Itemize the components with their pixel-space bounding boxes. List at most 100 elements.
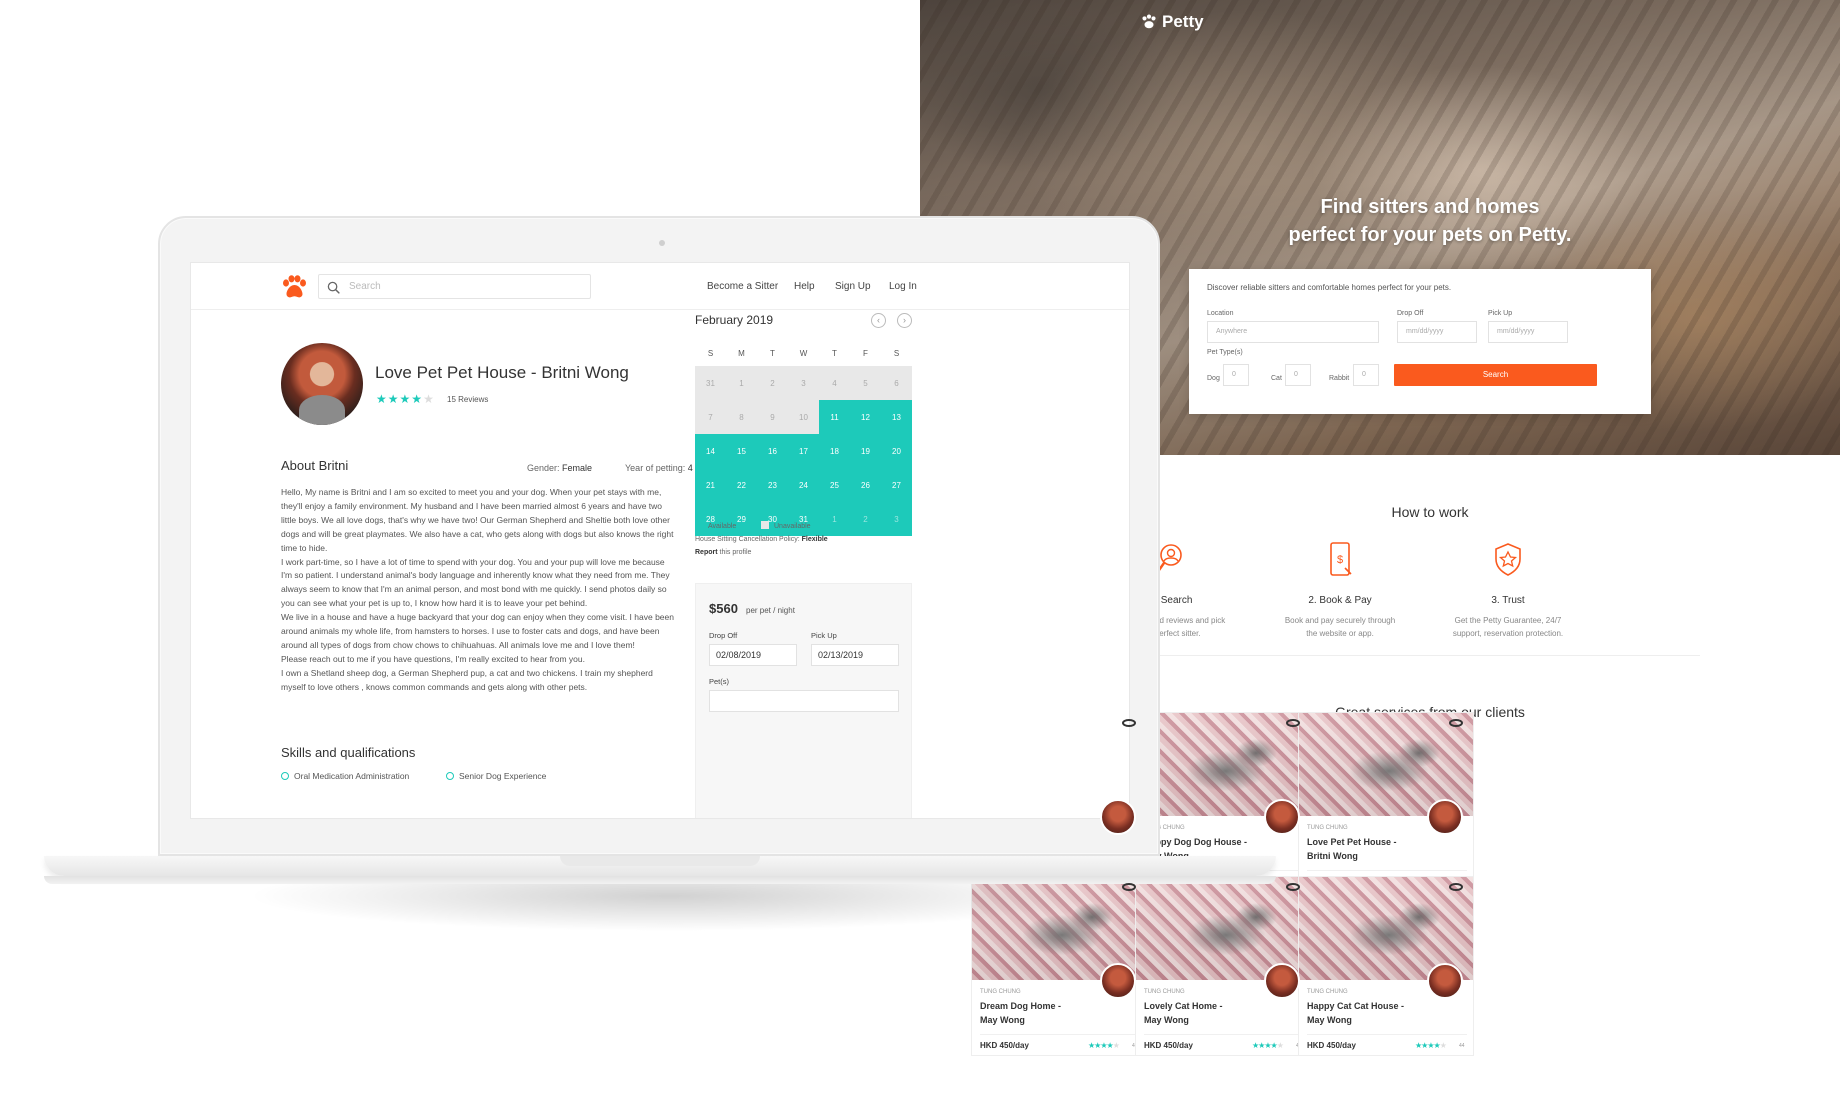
card-title-line: Happy Dog Dog House - — [1144, 837, 1247, 847]
calendar-day-available[interactable]: 27 — [881, 468, 912, 502]
calendar-day-unavailable[interactable]: 3 — [788, 366, 819, 400]
pickup-label: Pick Up — [811, 631, 837, 640]
card-avatar — [1427, 799, 1463, 835]
dog-count-input[interactable]: 0 — [1223, 364, 1249, 386]
calendar-day-available[interactable]: 24 — [788, 468, 819, 502]
favorite-icon[interactable] — [1449, 883, 1463, 891]
hero-title: Find sitters and homes perfect for your … — [1120, 193, 1740, 249]
brand-logo[interactable]: Petty — [1140, 12, 1204, 32]
calendar-day-unavailable[interactable]: 8 — [726, 400, 757, 434]
favorite-icon[interactable] — [1122, 719, 1136, 727]
calendar-day-unavailable[interactable]: 5 — [850, 366, 881, 400]
calendar-day-unavailable[interactable]: 1 — [726, 366, 757, 400]
calendar-day-unavailable[interactable]: 4 — [819, 366, 850, 400]
paw-logo-icon[interactable] — [281, 275, 307, 299]
location-input[interactable]: Anywhere — [1207, 321, 1379, 343]
card-location: TUNG CHUNG — [1144, 989, 1185, 995]
favorite-icon[interactable] — [1286, 719, 1300, 727]
search-input[interactable] — [349, 278, 579, 295]
check-circle-icon — [446, 772, 454, 780]
calendar-day-available[interactable]: 19 — [850, 434, 881, 468]
calendar-day-available[interactable]: 15 — [726, 434, 757, 468]
calendar-day-available[interactable]: 3 — [881, 502, 912, 536]
card-price: HKD 450/day — [980, 1041, 1029, 1050]
calendar-prev-button[interactable]: ‹ — [871, 313, 886, 328]
pickup-input[interactable]: mm/dd/yyyy — [1488, 321, 1568, 343]
calendar-day-available[interactable]: 14 — [695, 434, 726, 468]
calendar-day-available[interactable]: 25 — [819, 468, 850, 502]
calendar-day-unavailable[interactable]: 2 — [757, 366, 788, 400]
check-circle-icon — [281, 772, 289, 780]
nav-sign-up[interactable]: Sign Up — [835, 281, 871, 292]
skill-item: Oral Medication Administration — [281, 771, 409, 781]
calendar-day-unavailable[interactable]: 9 — [757, 400, 788, 434]
calendar-day-available[interactable]: 28 — [695, 502, 726, 536]
report-profile[interactable]: Report this profile — [695, 549, 751, 556]
dropoff-date-input[interactable]: 02/08/2019 — [709, 644, 797, 666]
dropoff-input[interactable]: mm/dd/yyyy — [1397, 321, 1477, 343]
paw-icon — [1142, 14, 1156, 29]
favorite-icon[interactable] — [1286, 883, 1300, 891]
calendar-day-available[interactable]: 16 — [757, 434, 788, 468]
calendar-day-available[interactable]: 11 — [819, 400, 850, 434]
card-title[interactable]: Love Pet Pet House - Britni Wong — [1307, 835, 1427, 863]
available-swatch — [695, 521, 703, 529]
about-title: About Britni — [281, 458, 349, 473]
calendar-day-available[interactable]: 23 — [757, 468, 788, 502]
rabbit-count-input[interactable]: 0 — [1353, 364, 1379, 386]
star-icon: ★ — [411, 392, 424, 406]
how-step-desc-line: support, reservation protection. — [1452, 629, 1564, 638]
hero-search-button[interactable]: Search — [1394, 364, 1597, 386]
calendar-day-unavailable[interactable]: 31 — [695, 366, 726, 400]
calendar-day-unavailable[interactable]: 6 — [881, 366, 912, 400]
search-icon — [327, 281, 340, 294]
pets-select[interactable] — [709, 690, 899, 712]
calendar-day-available[interactable]: 18 — [819, 434, 850, 468]
weekday-label: S — [707, 349, 714, 358]
rating-stars: ★★★★★ — [376, 392, 435, 406]
calendar-day-available[interactable]: 12 — [850, 400, 881, 434]
nav-become-sitter[interactable]: Become a Sitter — [707, 281, 778, 292]
calendar-day-unavailable[interactable]: 10 — [788, 400, 819, 434]
legend-unavailable: Unavailable — [761, 521, 811, 530]
nav-search — [318, 274, 591, 299]
service-card[interactable]: TUNG CHUNG Happy Cat Cat House - May Wong H… — [1298, 876, 1474, 1056]
dropoff-label: Drop Off — [709, 631, 738, 640]
calendar-next-button[interactable]: › — [897, 313, 912, 328]
cat-count-input[interactable]: 0 — [1285, 364, 1311, 386]
calendar-day-available[interactable]: 22 — [726, 468, 757, 502]
reviews-count[interactable]: 15 Reviews — [447, 395, 488, 404]
card-location: TUNG CHUNG — [1307, 825, 1348, 831]
calendar-day-available[interactable]: 17 — [788, 434, 819, 468]
dog-label: Dog — [1207, 375, 1220, 382]
pickup-date-input[interactable]: 02/13/2019 — [811, 644, 899, 666]
weekday-label: T — [770, 349, 775, 358]
calendar-day-available[interactable]: 31 — [788, 502, 819, 536]
card-avatar — [1264, 799, 1300, 835]
calendar-day-available[interactable]: 1 — [819, 502, 850, 536]
cancellation-policy: House Sitting Cancellation Policy: Flexi… — [695, 536, 828, 543]
calendar-day-available[interactable]: 26 — [850, 468, 881, 502]
legend-label: Unavailable — [774, 523, 811, 530]
calendar-day-unavailable[interactable]: 7 — [695, 400, 726, 434]
report-link[interactable]: Report — [695, 549, 718, 556]
star-icon: ★ — [376, 392, 388, 406]
hero-title-line-2: perfect for your pets on Petty. — [1288, 224, 1572, 246]
favorite-icon[interactable] — [1122, 883, 1136, 891]
nav-help[interactable]: Help — [794, 281, 815, 292]
calendar-day-available[interactable]: 20 — [881, 434, 912, 468]
calendar-day-available[interactable]: 13 — [881, 400, 912, 434]
calendar-day-available[interactable]: 30 — [757, 502, 788, 536]
card-title[interactable]: Happy Cat Cat House - May Wong — [1307, 999, 1427, 1027]
favorite-icon[interactable] — [1449, 719, 1463, 727]
nav-log-in[interactable]: Log In — [889, 281, 917, 292]
card-title[interactable]: Dream Dog Home - May Wong — [980, 999, 1100, 1027]
calendar-day-available[interactable]: 2 — [850, 502, 881, 536]
calendar-day-available[interactable]: 29 — [726, 502, 757, 536]
laptop-base-rim — [44, 876, 1276, 884]
card-title[interactable]: Lovely Cat Home - May Wong — [1144, 999, 1264, 1027]
calendar-day-available[interactable]: 21 — [695, 468, 726, 502]
star-empty-icon: ★ — [1112, 1041, 1120, 1050]
service-card[interactable]: TUNG CHUNG Love Pet Pet House - Britni Won… — [1298, 712, 1474, 892]
star-icon: ★ — [399, 392, 412, 406]
